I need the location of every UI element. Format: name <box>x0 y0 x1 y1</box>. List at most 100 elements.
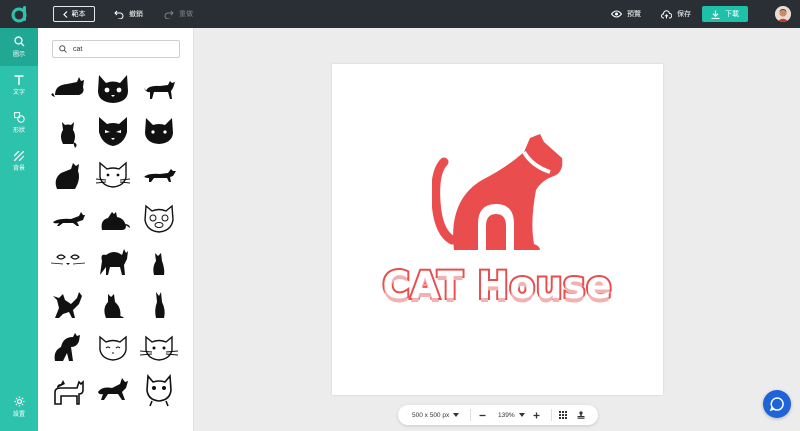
rail-label-text: 文字 <box>12 89 25 96</box>
cat-lying-icon[interactable] <box>48 68 88 108</box>
icon-search-box[interactable] <box>52 40 180 58</box>
cat-licking-icon-glyph <box>54 333 80 361</box>
cat-licking-icon[interactable] <box>48 326 88 366</box>
redo-icon <box>164 10 174 19</box>
canvas-size-dropdown[interactable]: 500 x 500 px <box>412 405 460 425</box>
cat-face-whiskers-2-icon[interactable] <box>139 326 179 366</box>
rail-item-settings[interactable]: 設置 <box>0 388 38 426</box>
rail-label-shapes: 形狀 <box>12 128 25 134</box>
chevron-left-icon <box>62 10 67 18</box>
zoom-label: 139% <box>498 411 515 419</box>
zoom-dropdown[interactable]: 139% <box>498 405 525 425</box>
cat-face-simple-icon[interactable] <box>93 326 133 366</box>
cat-playing-icon-glyph <box>53 292 82 318</box>
minus-icon <box>479 414 486 416</box>
zoom-in-button[interactable] <box>533 405 540 425</box>
cat-walking-icon-glyph <box>144 81 175 99</box>
cat-arched-icon[interactable] <box>93 240 133 280</box>
cat-playing-icon[interactable] <box>48 283 88 323</box>
cat-face-whiskers-2-icon-glyph <box>140 335 178 361</box>
chat-support-button[interactable] <box>763 390 791 418</box>
stamp-button[interactable] <box>577 405 585 425</box>
avatar-image <box>775 6 791 22</box>
cat-head-icon-glyph <box>145 118 173 144</box>
download-label: 下載 <box>725 11 739 18</box>
zoom-out-button[interactable] <box>479 405 486 425</box>
cat-sitting-back-icon-glyph <box>61 122 77 148</box>
sitting-cat-logo-icon[interactable] <box>432 132 564 250</box>
cat-face-outline-icon-glyph <box>98 75 128 103</box>
cat-standing-icon[interactable] <box>48 369 88 409</box>
app-logo-icon[interactable] <box>11 5 29 23</box>
cat-walking-icon[interactable] <box>139 68 179 108</box>
shapes-icon <box>13 112 25 123</box>
cat-sitting-2-icon[interactable] <box>93 283 133 323</box>
grid-icon <box>559 411 567 419</box>
rail-item-text[interactable]: 文字 <box>0 66 38 104</box>
undo-button[interactable]: 撤銷 <box>114 0 143 28</box>
icon-search-input[interactable] <box>73 45 173 53</box>
redo-button[interactable]: 重做 <box>164 0 193 28</box>
cat-sitting-2-icon-glyph <box>104 294 124 318</box>
download-icon <box>711 10 720 19</box>
cat-cartoon-face-icon-glyph <box>144 204 174 233</box>
grid-toggle-button[interactable] <box>559 405 567 425</box>
cat-eyes-icon[interactable] <box>48 240 88 280</box>
gear-icon <box>14 396 24 407</box>
cat-lying-icon-glyph <box>51 77 84 97</box>
cat-sitting-icon-glyph <box>55 163 79 189</box>
cat-sitting-slim-icon-glyph <box>153 253 165 275</box>
design-canvas[interactable]: CAT House <box>332 64 663 395</box>
cat-cartoon-icon[interactable] <box>139 369 179 409</box>
canvas-toolbar: 500 x 500 px 139% <box>398 405 598 425</box>
rail-item-shapes[interactable]: 形狀 <box>0 104 38 142</box>
cat-stretch-icon[interactable] <box>48 197 88 237</box>
search-icon <box>59 45 67 53</box>
rail-label-settings: 設置 <box>12 412 25 418</box>
back-to-templates-button[interactable]: 範本 <box>53 6 95 22</box>
cat-walking-2-icon[interactable] <box>93 369 133 409</box>
background-icon <box>14 150 24 161</box>
cat-head-icon[interactable] <box>139 111 179 151</box>
search-icon <box>13 36 24 47</box>
chat-bubble-icon <box>770 397 784 411</box>
rail-item-background[interactable]: 背景 <box>0 142 38 180</box>
cat-face-simple-icon-glyph <box>99 335 127 361</box>
caret-down-icon <box>453 413 460 417</box>
plus-icon <box>533 412 540 418</box>
cat-sitting-slim-icon[interactable] <box>139 240 179 280</box>
preview-label: 預覽 <box>627 11 641 18</box>
cat-running-icon-glyph <box>142 169 176 182</box>
rail-item-icons[interactable]: 圖示 <box>0 28 38 66</box>
preview-button[interactable]: 預覽 <box>611 0 641 28</box>
cat-running-icon[interactable] <box>139 154 179 194</box>
cat-walking-2-icon-glyph <box>98 378 128 400</box>
save-label: 保存 <box>677 11 691 18</box>
cat-face-whiskers-icon[interactable] <box>93 154 133 194</box>
cat-cartoon-face-icon[interactable] <box>139 197 179 237</box>
download-button[interactable]: 下載 <box>702 6 748 22</box>
cat-crouch-icon-glyph <box>101 212 130 230</box>
cloud-upload-icon <box>661 9 672 18</box>
undo-icon <box>114 10 124 19</box>
cat-sitting-3-icon-glyph <box>155 292 165 318</box>
cat-mask-icon-glyph <box>99 117 127 146</box>
text-icon <box>14 74 24 85</box>
rail-label-background: 背景 <box>12 165 25 172</box>
cat-sitting-3-icon[interactable] <box>139 283 179 323</box>
user-avatar[interactable] <box>775 6 791 22</box>
cat-sitting-back-icon[interactable] <box>48 111 88 151</box>
toolbar-divider <box>470 409 471 421</box>
cat-mask-icon[interactable] <box>93 111 133 151</box>
top-bar: 範本 撤銷 重做 預覽 保存 下載 <box>0 0 800 28</box>
cat-sitting-icon[interactable] <box>48 154 88 194</box>
cat-face-outline-icon[interactable] <box>93 68 133 108</box>
cat-cartoon-icon-glyph <box>146 373 172 407</box>
back-label: 範本 <box>71 11 86 18</box>
save-button[interactable]: 保存 <box>661 0 691 28</box>
rail-label-icons: 圖示 <box>12 52 25 58</box>
canvas-headline[interactable]: CAT House <box>332 262 663 309</box>
cat-crouch-icon[interactable] <box>93 197 133 237</box>
stamp-icon <box>577 411 585 419</box>
undo-label: 撤銷 <box>129 11 143 18</box>
